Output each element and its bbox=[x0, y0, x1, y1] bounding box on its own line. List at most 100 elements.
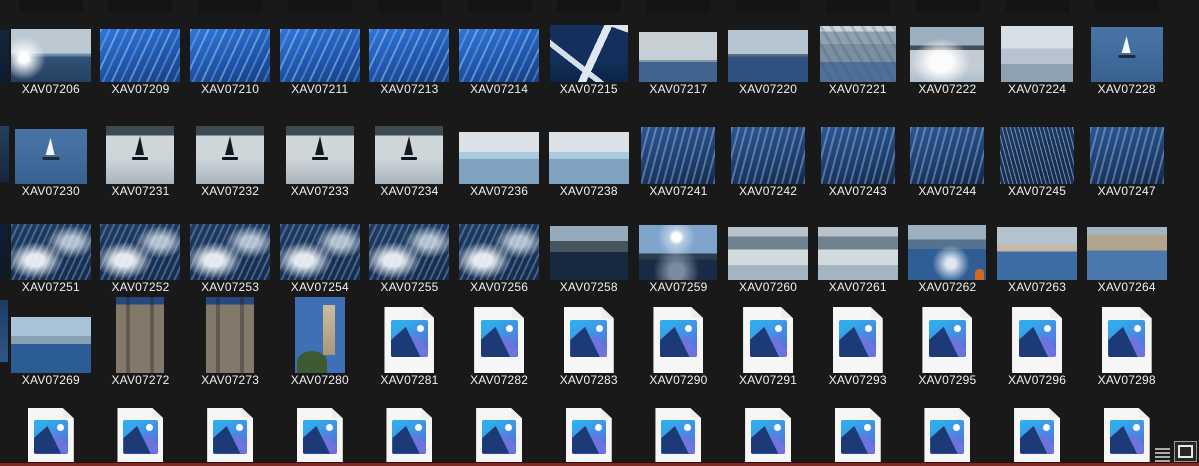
page-fold-icon bbox=[691, 307, 703, 318]
file-name-label: XAV07264 bbox=[1098, 280, 1156, 295]
file-item[interactable]: XAV07263 bbox=[992, 222, 1082, 295]
file-item[interactable]: XAV07234 bbox=[365, 124, 455, 199]
file-item[interactable]: XAV07280 bbox=[275, 296, 365, 388]
file-item[interactable]: XAV07224 bbox=[992, 26, 1082, 97]
file-item[interactable]: XAV07215 bbox=[544, 26, 634, 97]
file-name-label: XAV07295 bbox=[918, 373, 976, 388]
file-name-label: XAV07215 bbox=[560, 82, 618, 97]
file-item[interactable]: XAV07295 bbox=[903, 296, 993, 388]
image-glyph-icon bbox=[303, 420, 337, 454]
file-item[interactable]: XAV07298 bbox=[1082, 296, 1172, 388]
file-item[interactable]: XAV07230 bbox=[6, 124, 96, 199]
file-item[interactable]: XAV07222 bbox=[903, 26, 993, 97]
file-name-label: XAV07220 bbox=[739, 82, 797, 97]
sun-dot-icon bbox=[596, 325, 603, 332]
file-item[interactable] bbox=[454, 391, 544, 466]
file-item[interactable]: XAV07232 bbox=[185, 124, 275, 199]
file-item[interactable]: XAV07233 bbox=[275, 124, 365, 199]
file-item[interactable] bbox=[185, 391, 275, 466]
grid-row: XAV07206XAV07209XAV07210XAV07211XAV07213… bbox=[6, 26, 1172, 97]
photo-thumbnail bbox=[731, 127, 805, 184]
file-item[interactable]: XAV07236 bbox=[454, 124, 544, 199]
file-item[interactable] bbox=[813, 391, 903, 466]
image-file-icon bbox=[833, 307, 883, 373]
file-name-label: XAV07255 bbox=[380, 280, 438, 295]
file-name-label: XAV07231 bbox=[111, 184, 169, 199]
file-item[interactable]: XAV07254 bbox=[275, 222, 365, 295]
image-glyph-icon bbox=[841, 420, 875, 454]
file-item[interactable]: XAV07273 bbox=[185, 296, 275, 388]
file-item[interactable]: XAV07260 bbox=[723, 222, 813, 295]
photo-thumbnail bbox=[910, 127, 984, 184]
file-item[interactable]: XAV07244 bbox=[903, 124, 993, 199]
file-item[interactable] bbox=[634, 391, 724, 466]
photo-thumbnail bbox=[821, 127, 895, 184]
file-item[interactable]: XAV07259 bbox=[634, 222, 724, 295]
photo-thumbnail bbox=[908, 225, 986, 280]
file-name-label: XAV07283 bbox=[560, 373, 618, 388]
file-item[interactable]: XAV07238 bbox=[544, 124, 634, 199]
file-item[interactable]: XAV07231 bbox=[96, 124, 186, 199]
file-item[interactable] bbox=[275, 391, 365, 466]
file-item[interactable]: XAV07262 bbox=[903, 222, 993, 295]
file-item[interactable]: XAV07283 bbox=[544, 296, 634, 388]
file-item[interactable]: XAV07252 bbox=[96, 222, 186, 295]
file-item[interactable]: XAV07241 bbox=[634, 124, 724, 199]
file-item[interactable]: XAV07210 bbox=[185, 26, 275, 97]
file-item[interactable]: XAV07290 bbox=[634, 296, 724, 388]
file-item[interactable]: XAV07258 bbox=[544, 222, 634, 295]
file-item[interactable]: XAV07255 bbox=[365, 222, 455, 295]
thumbnails-view-icon[interactable] bbox=[1174, 441, 1197, 462]
file-item[interactable]: XAV07209 bbox=[96, 26, 186, 97]
file-item[interactable] bbox=[365, 391, 455, 466]
file-name-label: XAV07228 bbox=[1098, 82, 1156, 97]
photo-thumbnail bbox=[280, 29, 360, 82]
page-fold-icon bbox=[601, 408, 612, 418]
file-item[interactable]: XAV07211 bbox=[275, 26, 365, 97]
file-item[interactable]: XAV07281 bbox=[365, 296, 455, 388]
page-fold-icon bbox=[511, 408, 522, 418]
file-item[interactable]: XAV07213 bbox=[365, 26, 455, 97]
file-item[interactable]: XAV07220 bbox=[723, 26, 813, 97]
file-item[interactable] bbox=[6, 391, 96, 466]
file-item[interactable]: XAV07269 bbox=[6, 296, 96, 388]
file-name-label: XAV07281 bbox=[380, 373, 438, 388]
image-file-icon bbox=[474, 307, 524, 373]
file-name-label: XAV07262 bbox=[918, 280, 976, 295]
file-item[interactable] bbox=[903, 391, 993, 466]
file-item[interactable]: XAV07282 bbox=[454, 296, 544, 388]
file-item[interactable]: XAV07206 bbox=[6, 26, 96, 97]
file-item[interactable]: XAV07242 bbox=[723, 124, 813, 199]
file-item[interactable]: XAV07251 bbox=[6, 222, 96, 295]
page-fold-icon bbox=[152, 408, 163, 418]
file-name-label: XAV07291 bbox=[739, 373, 797, 388]
file-item[interactable] bbox=[992, 391, 1082, 466]
sun-dot-icon bbox=[953, 424, 960, 431]
file-item[interactable]: XAV07245 bbox=[992, 124, 1082, 199]
file-item[interactable]: XAV07256 bbox=[454, 222, 544, 295]
file-name-label: XAV07272 bbox=[111, 373, 169, 388]
file-item[interactable]: XAV07264 bbox=[1082, 222, 1172, 295]
file-item[interactable]: XAV07291 bbox=[723, 296, 813, 388]
file-item[interactable]: XAV07272 bbox=[96, 296, 186, 388]
file-item[interactable]: XAV07296 bbox=[992, 296, 1082, 388]
file-name-label: XAV07251 bbox=[22, 280, 80, 295]
details-view-icon[interactable] bbox=[1155, 448, 1170, 462]
file-item[interactable]: XAV07247 bbox=[1082, 124, 1172, 199]
file-item[interactable]: XAV07214 bbox=[454, 26, 544, 97]
file-item[interactable]: XAV07243 bbox=[813, 124, 903, 199]
file-item[interactable]: XAV07261 bbox=[813, 222, 903, 295]
file-name-label: XAV07253 bbox=[201, 280, 259, 295]
file-name-label: XAV07230 bbox=[22, 184, 80, 199]
file-item[interactable]: XAV07221 bbox=[813, 26, 903, 97]
file-item[interactable] bbox=[723, 391, 813, 466]
photo-thumbnail bbox=[997, 227, 1077, 280]
file-item[interactable] bbox=[96, 391, 186, 466]
page-fold-icon bbox=[422, 307, 434, 318]
file-item[interactable]: XAV07217 bbox=[634, 26, 724, 97]
file-item[interactable] bbox=[544, 391, 634, 466]
file-item[interactable]: XAV07228 bbox=[1082, 26, 1172, 97]
file-item[interactable]: XAV07293 bbox=[813, 296, 903, 388]
sun-dot-icon bbox=[865, 325, 872, 332]
file-item[interactable]: XAV07253 bbox=[185, 222, 275, 295]
